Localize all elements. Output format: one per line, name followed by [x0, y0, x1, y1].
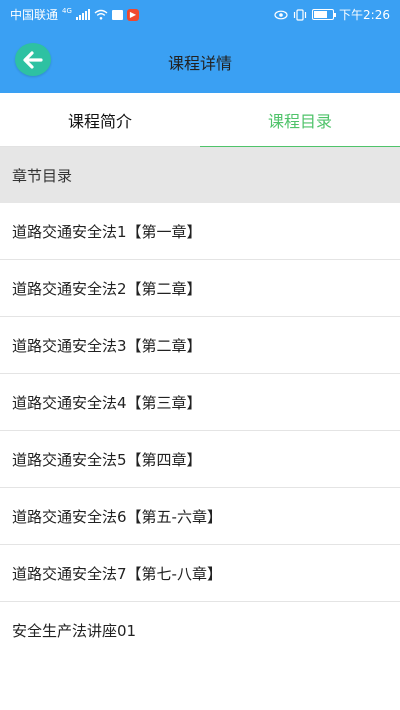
battery-icon	[312, 9, 337, 20]
status-time: 下午2:26	[339, 8, 390, 22]
status-bar-right: 下午2:26	[274, 6, 390, 23]
tab-course-intro[interactable]: 课程简介	[0, 93, 200, 147]
chapter-item[interactable]: 道路交通安全法3【第二章】	[0, 317, 400, 374]
notification-icon	[111, 9, 123, 20]
chapter-item[interactable]: 道路交通安全法1【第一章】	[0, 203, 400, 260]
carrier-label: 中国联通	[10, 8, 59, 22]
status-bar-left: 中国联通 4G ▶	[10, 6, 139, 23]
chapter-item[interactable]: 道路交通安全法4【第三章】	[0, 374, 400, 431]
signal-icon	[75, 9, 90, 20]
app-notification-icon: ▶	[126, 8, 139, 21]
vibrate-icon	[293, 8, 307, 21]
tab-bar: 课程简介 课程目录	[0, 93, 400, 148]
chapter-item[interactable]: 安全生产法讲座01	[0, 602, 400, 659]
chapter-item[interactable]: 道路交通安全法5【第四章】	[0, 431, 400, 488]
chapter-item[interactable]: 道路交通安全法6【第五-六章】	[0, 488, 400, 545]
status-bar: 中国联通 4G ▶ 下午2:26	[0, 0, 400, 28]
section-header: 章节目录	[0, 147, 400, 203]
tab-course-catalog[interactable]: 课程目录	[200, 93, 400, 148]
battery-level-fill	[314, 11, 328, 18]
eye-icon	[274, 10, 288, 19]
chapter-list: 道路交通安全法1【第一章】 道路交通安全法2【第二章】 道路交通安全法3【第二章…	[0, 203, 400, 659]
app-header: 中国联通 4G ▶ 下午2:26 课程详情	[0, 0, 400, 93]
chapter-item[interactable]: 道路交通安全法7【第七-八章】	[0, 545, 400, 602]
network-type-label: 4G	[62, 6, 72, 15]
chapter-item[interactable]: 道路交通安全法2【第二章】	[0, 260, 400, 317]
page-title: 课程详情	[167, 54, 232, 73]
wifi-icon	[94, 9, 108, 20]
